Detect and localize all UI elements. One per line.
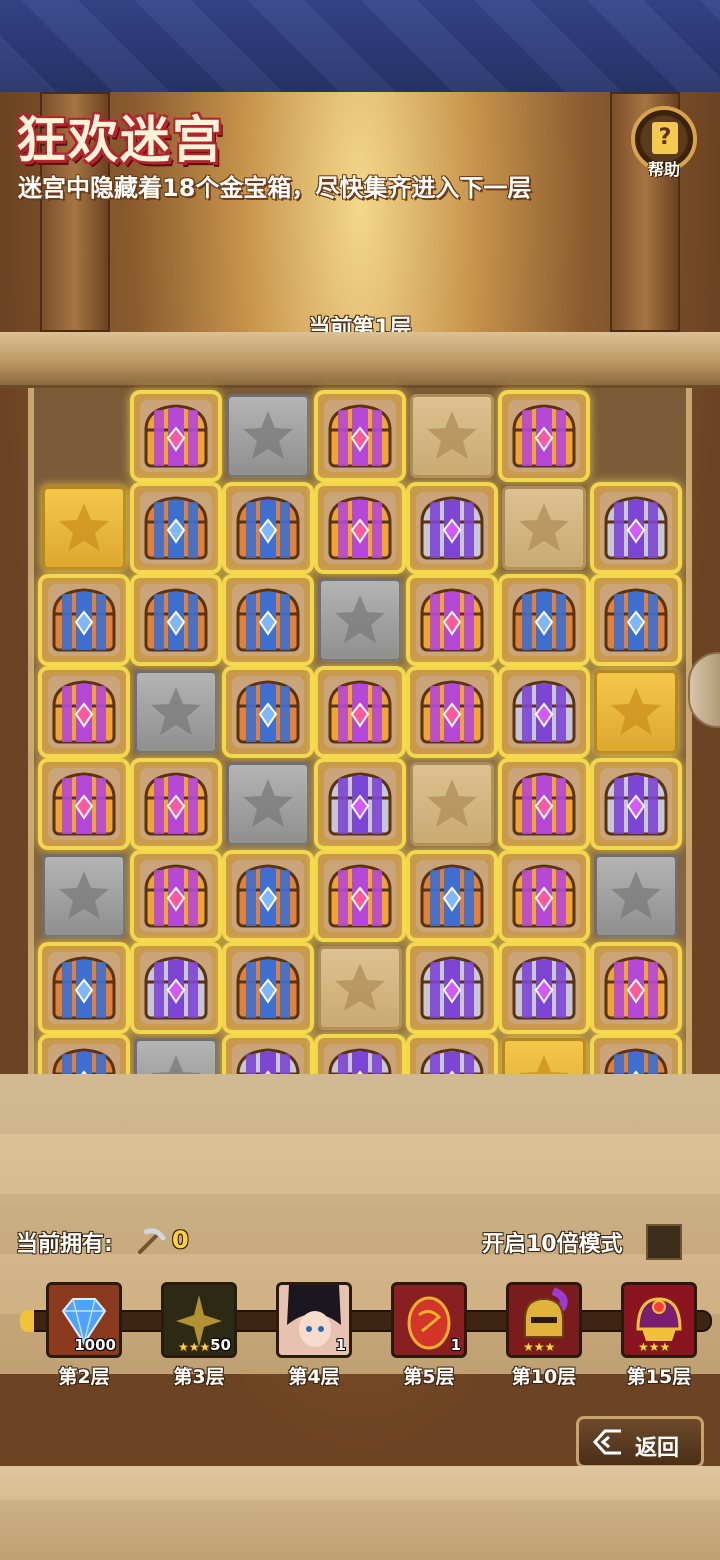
help-label: 帮助 <box>647 160 680 179</box>
reward-floor-label: 第15层 <box>626 1366 692 1388</box>
stone-sand-tile[interactable] <box>410 394 494 478</box>
pickaxe-count: 0 <box>172 1226 189 1254</box>
top-background-band <box>0 0 720 92</box>
reward-floor-label: 第4层 <box>288 1366 340 1388</box>
page-subtitle: 迷宫中隐藏着18个金宝箱，尽快集齐进入下一层 <box>18 174 532 202</box>
stone-gold-tile[interactable] <box>42 486 126 570</box>
reward-stars: ★★★ <box>638 1340 671 1354</box>
reward-amount: 1000 <box>74 1336 116 1354</box>
floor-progress-track <box>22 1310 712 1332</box>
reward-amount: 1 <box>450 1336 461 1354</box>
silver-treasure-chest-icon[interactable] <box>502 946 586 1030</box>
stone-gray-tile[interactable] <box>318 578 402 662</box>
purple-treasure-chest-icon[interactable] <box>42 670 126 754</box>
owned-label: 当前拥有: <box>16 1232 113 1257</box>
blue-treasure-chest-icon[interactable] <box>226 578 310 662</box>
purple-treasure-chest-icon[interactable] <box>318 670 402 754</box>
reward-amount: 50 <box>210 1336 231 1354</box>
purple-treasure-chest-icon[interactable] <box>318 486 402 570</box>
purple-treasure-chest-icon[interactable] <box>134 762 218 846</box>
reward-amount: 1 <box>335 1336 346 1354</box>
stone-gray-tile[interactable] <box>134 670 218 754</box>
maze-board <box>28 388 692 1122</box>
reward-floor-label: 第5层 <box>403 1366 455 1388</box>
stone-sand-tile[interactable] <box>410 762 494 846</box>
silver-treasure-chest-icon[interactable] <box>594 486 678 570</box>
reward-floor-label: 第2层 <box>58 1366 110 1388</box>
help-button[interactable]: ? 帮助 <box>630 106 698 186</box>
blue-treasure-chest-icon[interactable] <box>226 486 310 570</box>
stone-gold-tile[interactable] <box>594 670 678 754</box>
stone-sand-tile[interactable] <box>502 486 586 570</box>
silver-treasure-chest-icon[interactable] <box>410 946 494 1030</box>
blue-treasure-chest-icon[interactable] <box>42 578 126 662</box>
purple-treasure-chest-icon[interactable] <box>410 670 494 754</box>
blue-treasure-chest-icon[interactable] <box>134 578 218 662</box>
purple-treasure-chest-icon[interactable] <box>502 394 586 478</box>
reward-floor-label: 第10层 <box>511 1366 577 1388</box>
back-button-label: 返回 <box>635 1436 680 1461</box>
stone-gray-tile[interactable] <box>42 854 126 938</box>
back-arrow-icon <box>592 1429 621 1455</box>
blue-treasure-chest-icon[interactable] <box>226 854 310 938</box>
blue-treasure-chest-icon[interactable] <box>134 486 218 570</box>
blue-treasure-chest-icon[interactable] <box>502 578 586 662</box>
floor-reward-2[interactable]: ★★★★ 50 <box>161 1282 237 1358</box>
board-frame-top <box>0 332 720 388</box>
pickaxe-icon <box>138 1228 166 1254</box>
tenx-mode-checkbox[interactable] <box>646 1224 682 1260</box>
purple-treasure-chest-icon[interactable] <box>410 578 494 662</box>
side-tab-handle[interactable] <box>688 652 720 728</box>
stone-gray-tile[interactable] <box>226 762 310 846</box>
blue-treasure-chest-icon[interactable] <box>594 578 678 662</box>
purple-treasure-chest-icon[interactable] <box>42 762 126 846</box>
silver-treasure-chest-icon[interactable] <box>410 486 494 570</box>
floor-reward-4[interactable]: 1 <box>391 1282 467 1358</box>
purple-treasure-chest-icon[interactable] <box>502 854 586 938</box>
blue-treasure-chest-icon[interactable] <box>42 946 126 1030</box>
tenx-mode-label: 开启10倍模式 <box>482 1232 623 1257</box>
blue-treasure-chest-icon[interactable] <box>226 670 310 754</box>
stone-sand-tile[interactable] <box>318 946 402 1030</box>
reward-floor-label: 第3层 <box>173 1366 225 1388</box>
silver-treasure-chest-icon[interactable] <box>134 946 218 1030</box>
purple-treasure-chest-icon[interactable] <box>318 394 402 478</box>
stone-gray-tile[interactable] <box>594 854 678 938</box>
stone-gray-tile[interactable] <box>226 394 310 478</box>
purple-treasure-chest-icon[interactable] <box>502 762 586 846</box>
silver-treasure-chest-icon[interactable] <box>502 670 586 754</box>
silver-treasure-chest-icon[interactable] <box>318 762 402 846</box>
reward-stars: ★★★ <box>523 1340 556 1354</box>
silver-treasure-chest-icon[interactable] <box>594 762 678 846</box>
blue-treasure-chest-icon[interactable] <box>226 946 310 1030</box>
floor-reward-3[interactable]: 1 <box>276 1282 352 1358</box>
purple-treasure-chest-icon[interactable] <box>594 946 678 1030</box>
floor-reward-5[interactable]: ★★★ <box>506 1282 582 1358</box>
purple-treasure-chest-icon[interactable] <box>134 394 218 478</box>
floor-reward-1[interactable]: 1000 <box>46 1282 122 1358</box>
blue-treasure-chest-icon[interactable] <box>410 854 494 938</box>
floor-progress-fill <box>20 1310 34 1332</box>
page-title: 狂欢迷宫 <box>16 111 224 169</box>
purple-treasure-chest-icon[interactable] <box>318 854 402 938</box>
purple-treasure-chest-icon[interactable] <box>134 854 218 938</box>
back-button[interactable]: 返回 <box>576 1416 704 1468</box>
floor-reward-6[interactable]: ★★★ <box>621 1282 697 1358</box>
bottom-background-band <box>0 1466 720 1560</box>
